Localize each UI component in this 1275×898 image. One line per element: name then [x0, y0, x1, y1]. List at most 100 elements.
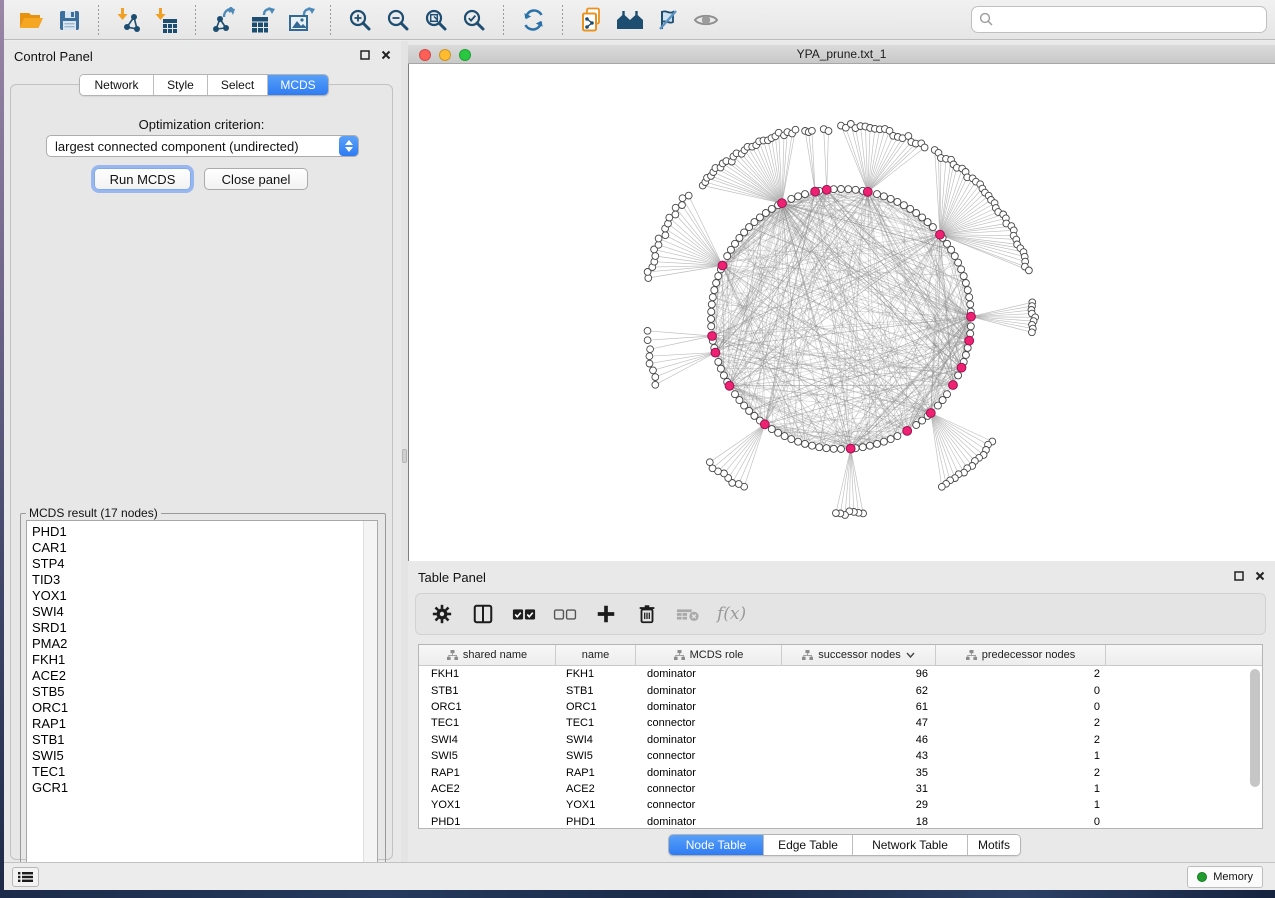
import-table-icon[interactable] [147, 4, 185, 36]
column-header-predecessor-nodes[interactable]: predecessor nodes [936, 645, 1106, 665]
first-neighbors-icon[interactable] [611, 4, 649, 36]
list-item[interactable]: PMA2 [32, 636, 363, 652]
column-header-shared-name[interactable]: shared name [419, 645, 556, 665]
control-panel: Control Panel Network Style Select MCDS … [4, 41, 401, 862]
table-row[interactable]: RAP1RAP1dominator352 [419, 764, 1262, 780]
memory-status-icon [1197, 872, 1207, 882]
toolbar-separator [195, 5, 196, 35]
table-header-row: shared name name MCDS role s [419, 645, 1262, 666]
network-from-selection-icon[interactable] [573, 4, 611, 36]
save-session-icon[interactable] [50, 4, 88, 36]
close-panel-button[interactable]: Close panel [204, 168, 308, 190]
list-item[interactable]: SWI5 [32, 748, 363, 764]
tab-motifs[interactable]: Motifs [968, 835, 1020, 855]
list-item[interactable]: YOX1 [32, 588, 363, 604]
table-row[interactable]: YOX1YOX1connector291 [419, 797, 1262, 813]
list-item[interactable]: RAP1 [32, 716, 363, 732]
tab-select[interactable]: Select [208, 75, 268, 95]
column-header-name[interactable]: name [556, 645, 636, 665]
splitter-grip-icon[interactable] [402, 449, 407, 463]
list-item[interactable]: TEC1 [32, 764, 363, 780]
list-item[interactable]: PHD1 [32, 524, 363, 540]
mcds-result-title: MCDS result (17 nodes) [26, 506, 161, 520]
zoom-in-icon[interactable] [341, 4, 379, 36]
table-row[interactable]: SWI4SWI4dominator462 [419, 732, 1262, 748]
table-tabs: Node Table Edge Table Network Table Moti… [668, 834, 1021, 856]
export-image-icon[interactable] [282, 4, 320, 36]
table-row[interactable]: PHD1PHD1dominator180 [419, 814, 1262, 829]
column-header-successor-nodes[interactable]: successor nodes [782, 645, 936, 665]
tab-mcds[interactable]: MCDS [268, 75, 328, 95]
list-item[interactable]: GCR1 [32, 780, 363, 796]
tab-network[interactable]: Network [80, 75, 154, 95]
close-window-icon[interactable] [419, 49, 431, 61]
import-network-icon[interactable] [109, 4, 147, 36]
close-panel-icon[interactable] [1255, 571, 1265, 581]
task-list-icon [18, 871, 33, 883]
mcds-result-list[interactable]: PHD1 CAR1 STP4 TID3 YOX1 SWI4 SRD1 PMA2 … [26, 520, 378, 870]
list-item[interactable]: ORC1 [32, 700, 363, 716]
list-scrollbar-track[interactable] [363, 521, 377, 869]
list-item[interactable]: STB1 [32, 732, 363, 748]
minimize-window-icon[interactable] [439, 49, 451, 61]
search-input[interactable] [998, 8, 1262, 31]
create-column-icon[interactable] [594, 602, 618, 626]
float-panel-icon[interactable] [360, 50, 370, 60]
list-item[interactable]: TID3 [32, 572, 363, 588]
table-options-gear-icon[interactable] [430, 602, 454, 626]
deselect-all-columns-icon[interactable] [553, 602, 577, 626]
memory-button[interactable]: Memory [1187, 866, 1263, 888]
list-item[interactable]: SWI4 [32, 604, 363, 620]
zoom-fit-icon[interactable] [417, 4, 455, 36]
float-panel-icon[interactable] [1234, 571, 1244, 581]
table-row[interactable]: TEC1TEC1connector472 [419, 715, 1262, 731]
list-item[interactable]: CAR1 [32, 540, 363, 556]
table-row[interactable]: ORC1ORC1dominator610 [419, 699, 1262, 715]
list-item[interactable]: FKH1 [32, 652, 363, 668]
network-window: YPA_prune.txt_1 [408, 45, 1275, 561]
list-item[interactable]: ACE2 [32, 668, 363, 684]
column-layout-icon[interactable] [471, 602, 495, 626]
tab-style[interactable]: Style [154, 75, 208, 95]
zoom-selected-icon[interactable] [455, 4, 493, 36]
maximize-window-icon[interactable] [459, 49, 471, 61]
function-builder-icon[interactable]: f(x) [717, 604, 746, 624]
table-row[interactable]: SWI5SWI5connector431 [419, 748, 1262, 764]
tab-network-table[interactable]: Network Table [853, 835, 968, 855]
hide-graphics-details-icon[interactable] [649, 4, 687, 36]
zoom-out-icon[interactable] [379, 4, 417, 36]
search-box[interactable] [971, 6, 1267, 33]
panel-splitter[interactable] [401, 41, 408, 862]
table-row[interactable]: STB1STB1dominator620 [419, 682, 1262, 698]
optimization-criterion-select[interactable]: largest connected component (undirected) [46, 135, 359, 157]
task-history-button[interactable] [12, 867, 39, 887]
network-window-titlebar[interactable]: YPA_prune.txt_1 [408, 45, 1275, 64]
node-table[interactable]: shared name name MCDS role s [418, 644, 1263, 829]
apply-layout-icon[interactable] [514, 4, 552, 36]
export-network-icon[interactable] [206, 4, 244, 36]
list-item[interactable]: STP4 [32, 556, 363, 572]
optimization-criterion-value: largest connected component (undirected) [55, 139, 299, 154]
select-all-columns-icon[interactable] [512, 602, 536, 626]
close-panel-icon[interactable] [381, 50, 391, 60]
table-toolbar: f(x) [415, 593, 1266, 635]
select-stepper-icon [339, 136, 358, 156]
control-panel-tabs: Network Style Select MCDS [79, 74, 329, 96]
column-header-mcds-role[interactable]: MCDS role [636, 645, 782, 665]
open-file-icon[interactable] [12, 4, 50, 36]
run-mcds-button[interactable]: Run MCDS [94, 168, 191, 190]
list-item[interactable]: SRD1 [32, 620, 363, 636]
delete-column-icon[interactable] [635, 602, 659, 626]
export-table-icon[interactable] [244, 4, 282, 36]
list-item[interactable]: STB5 [32, 684, 363, 700]
tab-edge-table[interactable]: Edge Table [764, 835, 853, 855]
birds-eye-view-icon[interactable] [687, 4, 725, 36]
delete-table-icon[interactable] [676, 602, 700, 626]
table-row[interactable]: ACE2ACE2connector311 [419, 781, 1262, 797]
toolbar-separator [562, 5, 563, 35]
table-scrollbar-thumb[interactable] [1250, 669, 1260, 787]
network-canvas[interactable] [408, 64, 1275, 561]
memory-label: Memory [1213, 871, 1253, 883]
table-row[interactable]: FKH1FKH1dominator962 [419, 666, 1262, 682]
tab-node-table[interactable]: Node Table [669, 835, 764, 855]
